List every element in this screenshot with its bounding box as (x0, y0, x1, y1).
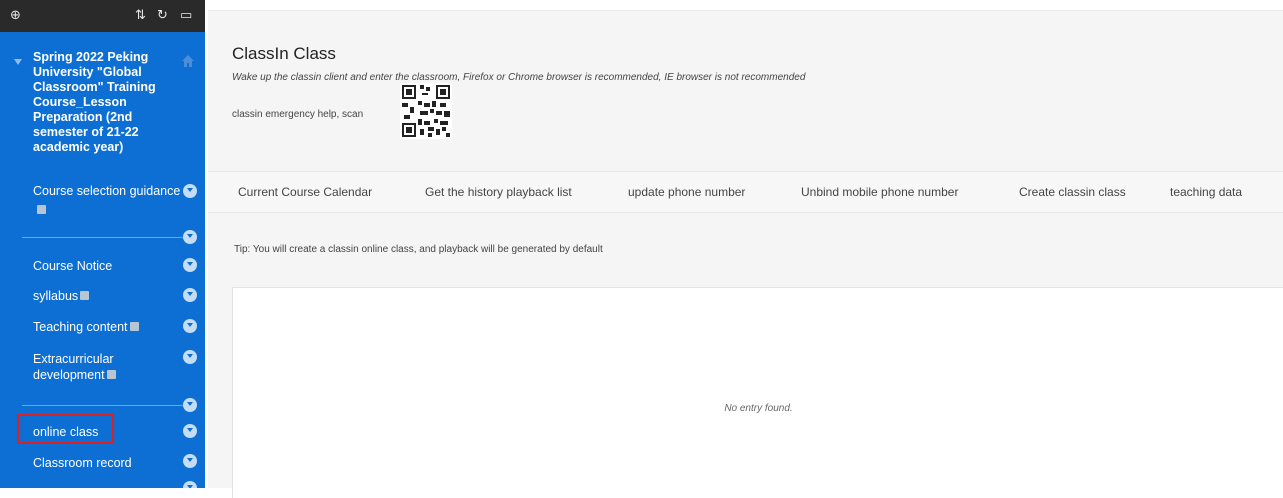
chevron-down-icon[interactable] (183, 424, 197, 438)
sidebar-item-online-class[interactable]: online class (33, 424, 98, 440)
sidebar-item-label: Course Notice (33, 259, 113, 273)
tab-update-phone-number[interactable]: update phone number (628, 185, 745, 199)
tab-current-course-calendar[interactable]: Current Course Calendar (238, 185, 372, 199)
file-icon (129, 322, 139, 332)
chevron-down-icon[interactable] (183, 319, 197, 333)
chevron-down-icon[interactable] (183, 258, 197, 272)
chevron-down-icon[interactable] (183, 230, 197, 244)
tab-history-playback-list[interactable]: Get the history playback list (425, 185, 572, 199)
sidebar-item-extracurricular-development[interactable]: Extracurricular development (33, 351, 173, 383)
chevron-down-icon[interactable] (183, 481, 197, 488)
main-content: ClassIn Class Wake up the classin client… (208, 10, 1283, 498)
chevron-down-icon[interactable] (183, 184, 197, 198)
chevron-down-icon[interactable] (183, 288, 197, 302)
empty-message: No entry found. (724, 403, 793, 414)
sidebar-item-course-notice[interactable]: Course Notice (33, 258, 112, 274)
sidebar-toolbar: ⊕ ⇅ ↻ ▭ (0, 0, 205, 32)
chevron-down-icon[interactable] (183, 454, 197, 468)
refresh-icon[interactable]: ↻ (157, 8, 168, 22)
home-icon[interactable] (181, 54, 195, 68)
sidebar-item-syllabus[interactable]: syllabus (33, 288, 90, 304)
add-icon[interactable]: ⊕ (10, 8, 21, 22)
sidebar-item-teaching-content[interactable]: Teaching content (33, 319, 139, 335)
sidebar-item-label: Course selection guidance (33, 184, 181, 198)
divider (22, 405, 184, 406)
file-icon (106, 370, 116, 380)
sidebar-item-label: Extracurricular development (33, 352, 114, 382)
divider (208, 10, 1283, 11)
tab-create-classin-class[interactable]: Create classin class (1019, 185, 1126, 199)
sidebar-item-label: Classroom record (33, 456, 132, 470)
file-icon (37, 205, 46, 214)
divider (22, 237, 184, 238)
tip-text: Tip: You will create a classin online cl… (234, 244, 603, 255)
chevron-down-icon[interactable] (183, 398, 197, 412)
qr-code-image (400, 83, 452, 139)
course-sidebar: ⊕ ⇅ ↻ ▭ Spring 2022 Peking University "G… (0, 0, 205, 488)
sidebar-item-label: syllabus (33, 289, 79, 303)
tab-unbind-mobile-phone-number[interactable]: Unbind mobile phone number (801, 185, 958, 199)
sort-icon[interactable]: ⇅ (135, 8, 146, 22)
tab-teaching-data[interactable]: teaching data (1170, 185, 1242, 199)
page-title: ClassIn Class (232, 44, 336, 63)
page-subtitle: Wake up the classin client and enter the… (232, 72, 806, 83)
file-icon (80, 291, 90, 301)
tab-bar: Current Course Calendar Get the history … (208, 171, 1283, 213)
sidebar-item-label: Teaching content (33, 320, 128, 334)
sidebar-item-label: online class (33, 425, 99, 439)
collapse-caret-icon[interactable] (14, 59, 22, 65)
sidebar-item-course-selection-guidance[interactable]: Course selection guidance (33, 183, 180, 199)
folder-icon[interactable]: ▭ (180, 8, 192, 22)
help-text: classin emergency help, scan (232, 109, 364, 120)
course-title[interactable]: Spring 2022 Peking University "Global Cl… (33, 50, 173, 155)
sidebar-item-classroom-record[interactable]: Classroom record (33, 455, 132, 471)
class-list-panel: No entry found. (232, 287, 1283, 498)
chevron-down-icon[interactable] (183, 350, 197, 364)
